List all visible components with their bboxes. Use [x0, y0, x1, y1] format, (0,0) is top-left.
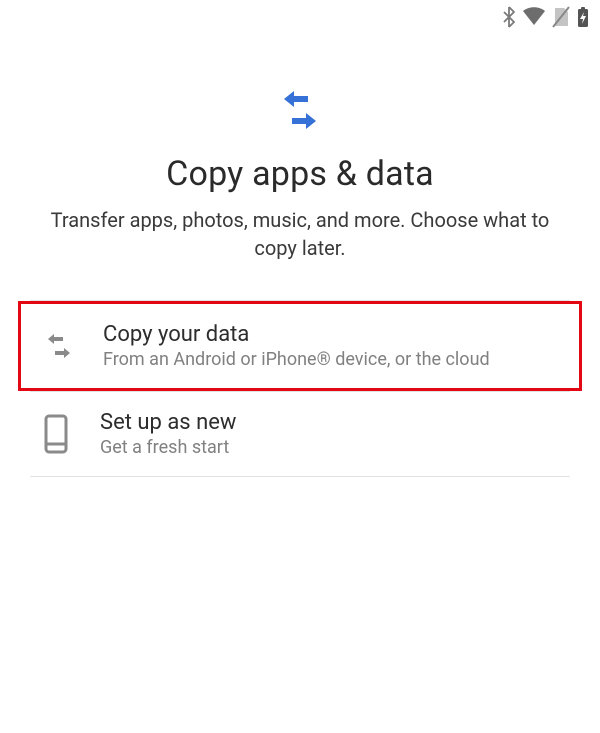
- option-copy-data[interactable]: Copy your data From an Android or iPhone…: [21, 304, 579, 388]
- divider: [30, 476, 570, 477]
- option-text: Set up as new Get a fresh start: [100, 410, 570, 458]
- option-text: Copy your data From an Android or iPhone…: [103, 322, 567, 370]
- status-bar: [0, 0, 600, 30]
- bluetooth-icon: [502, 6, 516, 28]
- battery-charging-icon: [576, 6, 590, 28]
- option-setup-new[interactable]: Set up as new Get a fresh start: [0, 392, 600, 476]
- transfer-icon: [39, 333, 79, 359]
- page-subtitle: Transfer apps, photos, music, and more. …: [36, 206, 564, 262]
- option-title: Copy your data: [103, 322, 567, 347]
- option-description: From an Android or iPhone® device, or th…: [103, 349, 567, 370]
- option-highlight: Copy your data From an Android or iPhone…: [18, 301, 582, 391]
- transfer-arrows-icon: [0, 88, 600, 132]
- options-list: Copy your data From an Android or iPhone…: [0, 300, 600, 477]
- phone-icon: [36, 414, 76, 454]
- page-title: Copy apps & data: [0, 154, 600, 194]
- option-title: Set up as new: [100, 410, 570, 435]
- wifi-icon: [522, 7, 546, 27]
- no-sim-icon: [552, 6, 570, 28]
- option-description: Get a fresh start: [100, 437, 570, 458]
